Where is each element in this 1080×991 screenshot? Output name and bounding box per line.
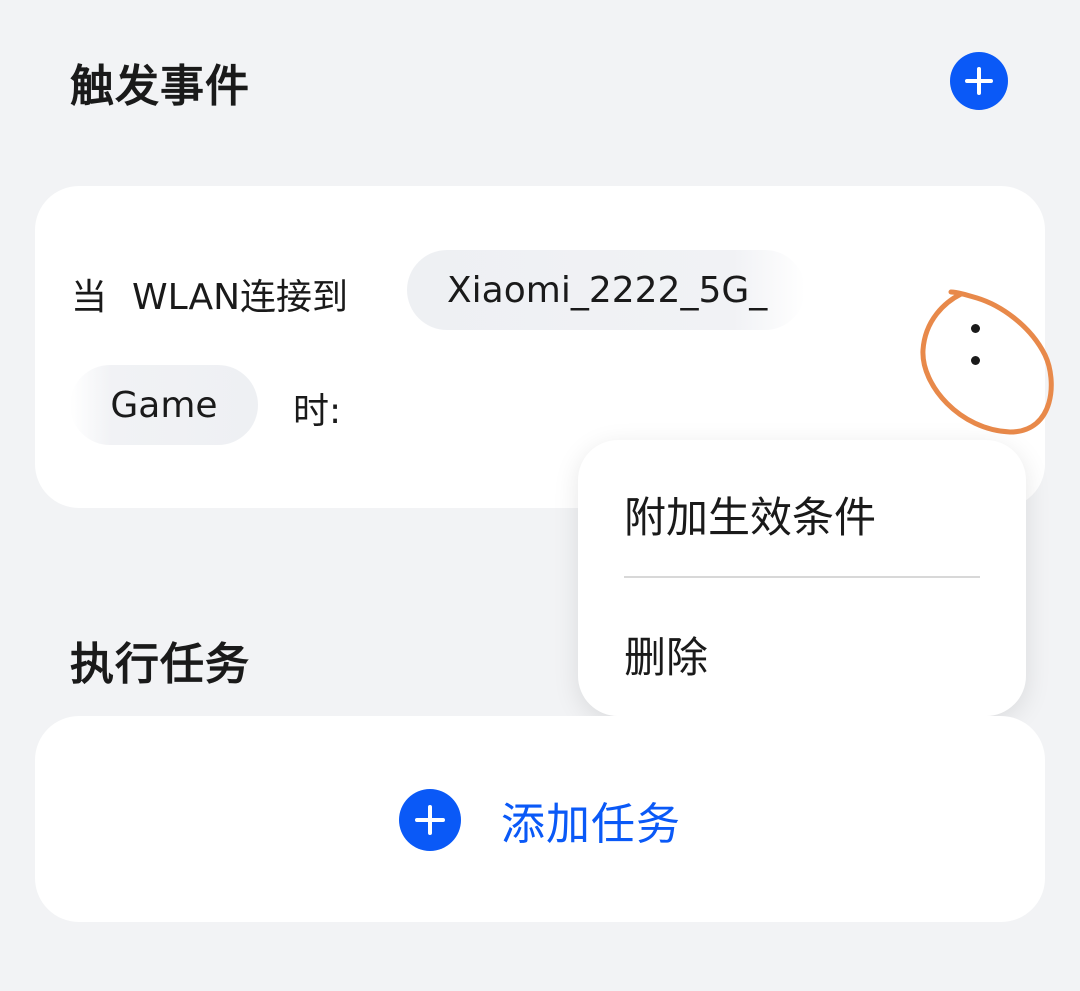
menu-divider [624,576,980,578]
more-options-button[interactable] [960,306,990,386]
wifi-ssid-chip[interactable]: Xiaomi_2222_5G_ [407,250,805,330]
wlan-connect-label: WLAN连接到 [132,277,349,318]
when-label: 当 [71,277,108,318]
trigger-section-title: 触发事件 [70,61,250,112]
menu-item-delete[interactable]: 删除 [624,624,708,685]
task-card: 添加任务 [35,716,1045,922]
time-suffix-label: 时: [293,391,342,432]
task-section-title: 执行任务 [70,639,250,690]
add-task-label: 添加任务 [501,799,681,850]
wifi-ssid-text: Xiaomi_2222_5G_ [447,269,768,311]
add-task-button[interactable]: 添加任务 [399,788,681,852]
menu-item-add-condition[interactable]: 附加生效条件 [624,484,876,545]
context-menu: 附加生效条件 删除 [578,440,1026,716]
add-trigger-button[interactable] [950,52,1008,110]
wifi-ssid-chip-continued[interactable]: Game [70,365,258,445]
wifi-ssid-text-continued: Game [110,384,218,426]
plus-icon [399,789,461,851]
plus-icon [965,67,993,95]
